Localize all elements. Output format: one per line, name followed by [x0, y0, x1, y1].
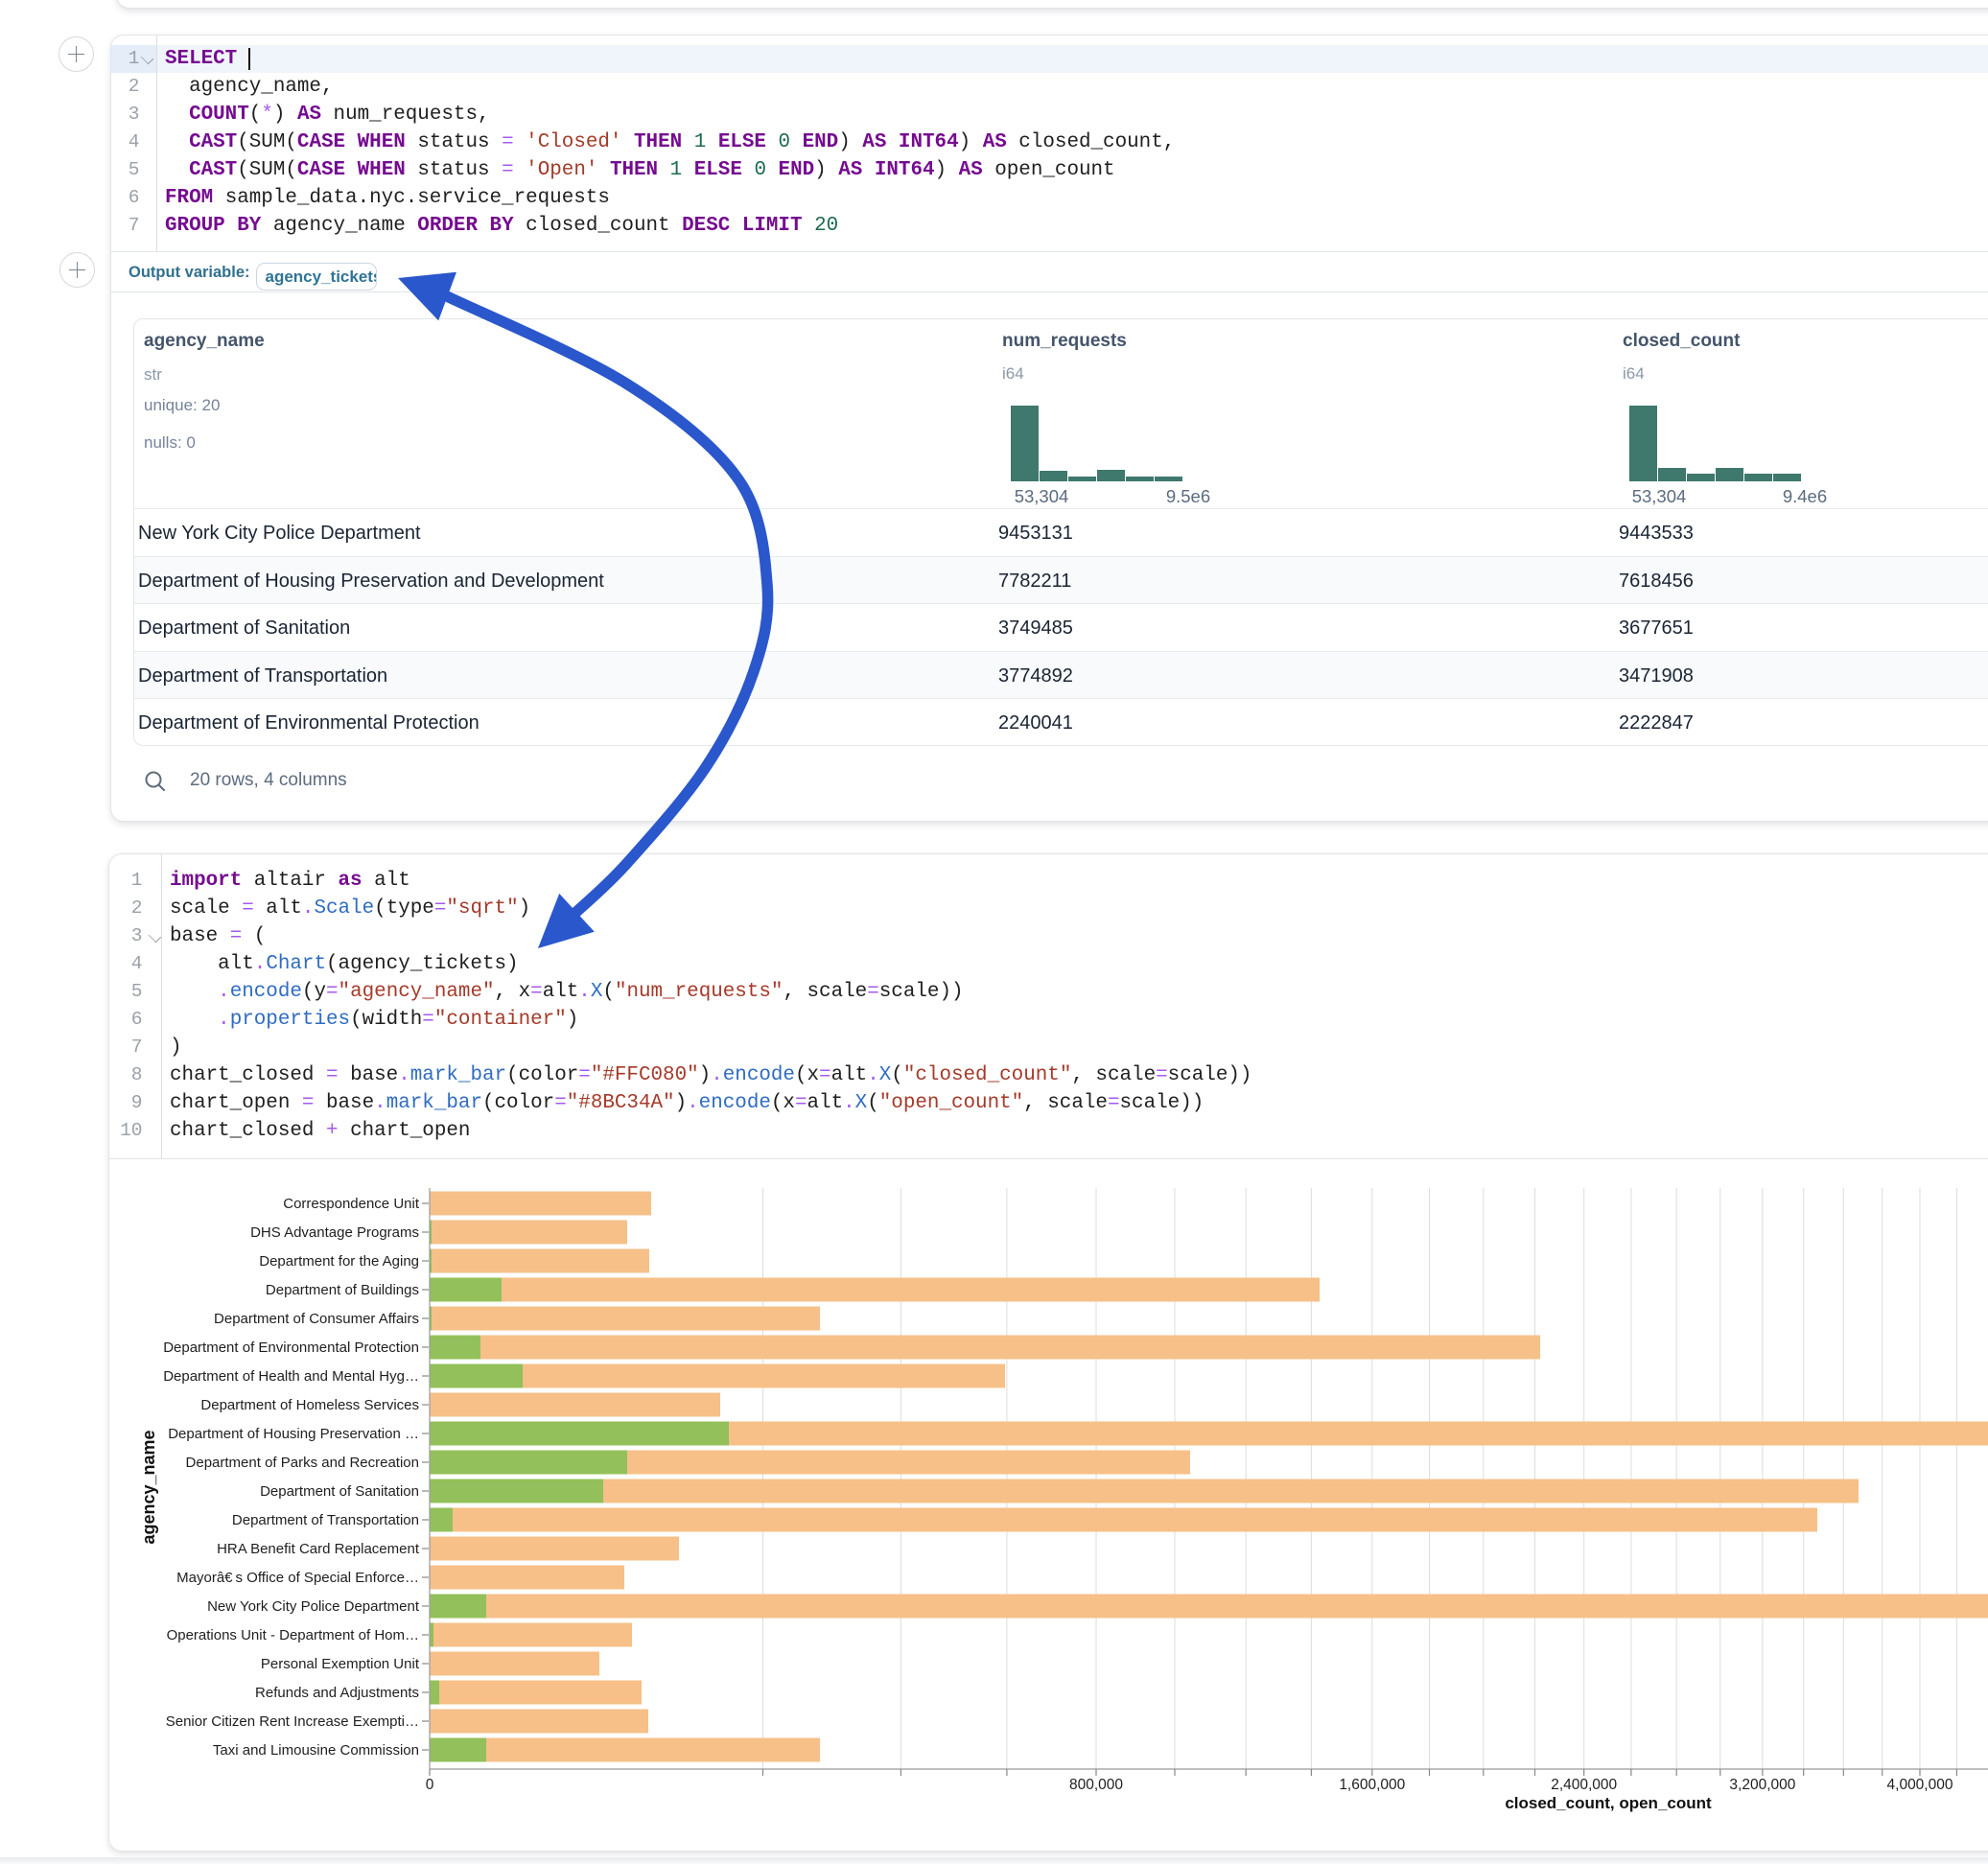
- svg-text:2,400,000: 2,400,000: [1551, 1777, 1617, 1793]
- svg-text:Department for the Aging: Department for the Aging: [259, 1253, 419, 1270]
- svg-text:Department of Housing Preserva: Department of Housing Preservation …: [168, 1426, 419, 1442]
- svg-text:800,000: 800,000: [1069, 1777, 1123, 1793]
- svg-text:Personal Exemption Unit: Personal Exemption Unit: [261, 1656, 420, 1672]
- svg-text:Senior Citizen Rent Increase E: Senior Citizen Rent Increase Exempti…: [166, 1713, 419, 1730]
- svg-text:3,200,000: 3,200,000: [1729, 1777, 1795, 1793]
- svg-text:Correspondence Unit: Correspondence Unit: [283, 1196, 420, 1212]
- svg-text:DHS Advantage Programs: DHS Advantage Programs: [250, 1224, 419, 1241]
- svg-text:Taxi and Limousine Commission: Taxi and Limousine Commission: [213, 1742, 419, 1759]
- svg-text:Refunds and Adjustments: Refunds and Adjustments: [255, 1685, 419, 1701]
- svg-text:Department of Homeless Service: Department of Homeless Services: [200, 1397, 419, 1413]
- svg-text:1,600,000: 1,600,000: [1339, 1777, 1405, 1793]
- svg-text:closed_count, open_count: closed_count, open_count: [1505, 1794, 1712, 1812]
- svg-text:0: 0: [426, 1777, 434, 1793]
- svg-text:agency_name: agency_name: [139, 1430, 158, 1544]
- svg-text:Department of Environmental Pr: Department of Environmental Protection: [163, 1340, 419, 1356]
- svg-text:Department of Buildings: Department of Buildings: [266, 1282, 419, 1298]
- svg-text:Department of Health and Menta: Department of Health and Mental Hyg…: [163, 1368, 419, 1385]
- svg-text:Department of Parks and Recrea: Department of Parks and Recreation: [186, 1455, 419, 1471]
- svg-text:Mayorâ€ s Office of Special En: Mayorâ€ s Office of Special Enforce…: [176, 1570, 419, 1586]
- svg-text:Department of Transportation: Department of Transportation: [232, 1512, 419, 1528]
- svg-text:Department of Sanitation: Department of Sanitation: [260, 1483, 419, 1500]
- svg-text:Operations Unit - Department o: Operations Unit - Department of Hom…: [167, 1627, 419, 1643]
- svg-text:4,000,000: 4,000,000: [1887, 1777, 1953, 1793]
- svg-text:HRA Benefit Card Replacement: HRA Benefit Card Replacement: [217, 1541, 420, 1557]
- svg-text:New York City Police Departmen: New York City Police Department: [207, 1598, 420, 1615]
- svg-text:Department of Consumer Affairs: Department of Consumer Affairs: [214, 1311, 419, 1327]
